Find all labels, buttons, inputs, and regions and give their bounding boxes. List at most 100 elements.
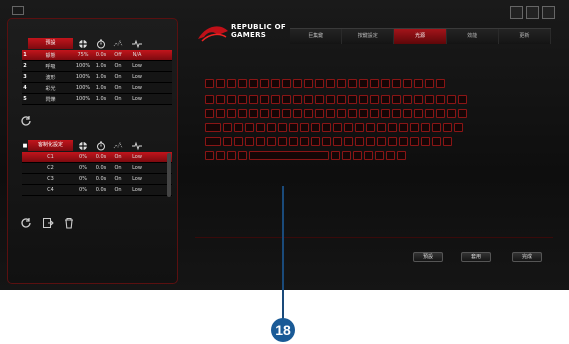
keyboard-key[interactable] — [333, 123, 342, 132]
keyboard-key[interactable] — [425, 95, 434, 104]
keyboard-key[interactable] — [289, 137, 298, 146]
keyboard-key[interactable] — [311, 123, 320, 132]
keyboard-key[interactable] — [245, 123, 254, 132]
refresh-icon[interactable] — [20, 115, 32, 127]
keyboard-key[interactable] — [421, 137, 430, 146]
reset-button[interactable]: 預設 — [413, 252, 443, 262]
keyboard-key[interactable] — [414, 109, 423, 118]
keyboard-key[interactable] — [381, 79, 390, 88]
keyboard-key[interactable] — [322, 123, 331, 132]
keyboard-key[interactable] — [205, 109, 214, 118]
keyboard-key[interactable] — [322, 137, 331, 146]
keyboard-key[interactable] — [359, 109, 368, 118]
keyboard-key[interactable] — [315, 95, 324, 104]
keyboard-key[interactable] — [205, 123, 221, 132]
keyboard-key[interactable] — [392, 79, 401, 88]
keyboard-preview[interactable] — [195, 63, 553, 193]
keyboard-key[interactable] — [238, 109, 247, 118]
keyboard-key[interactable] — [370, 109, 379, 118]
keyboard-key[interactable] — [337, 109, 346, 118]
keyboard-key[interactable] — [410, 137, 419, 146]
keyboard-key[interactable] — [458, 109, 467, 118]
tab-key-settings[interactable]: 按鍵設定 — [342, 29, 395, 44]
minimize-icon[interactable] — [12, 6, 24, 15]
keyboard-key[interactable] — [227, 151, 236, 160]
keyboard-key[interactable] — [282, 109, 291, 118]
keyboard-key[interactable] — [216, 95, 225, 104]
export-icon[interactable] — [42, 217, 54, 229]
keyboard-key[interactable] — [304, 109, 313, 118]
keyboard-key[interactable] — [293, 79, 302, 88]
keyboard-key[interactable] — [267, 123, 276, 132]
keyboard-key[interactable] — [342, 151, 351, 160]
keyboard-key[interactable] — [326, 95, 335, 104]
keyboard-key[interactable] — [348, 79, 357, 88]
keyboard-key[interactable] — [260, 79, 269, 88]
keyboard-key[interactable] — [436, 95, 445, 104]
keyboard-key[interactable] — [271, 79, 280, 88]
settings-button[interactable] — [526, 6, 539, 19]
keyboard-key[interactable] — [289, 123, 298, 132]
keyboard-key[interactable] — [205, 151, 214, 160]
keyboard-key[interactable] — [337, 95, 346, 104]
keyboard-key[interactable] — [234, 137, 243, 146]
table-row[interactable]: 1 靜態 75% 0.0s Off N/A — [22, 50, 172, 61]
keyboard-key[interactable] — [344, 137, 353, 146]
keyboard-key[interactable] — [256, 123, 265, 132]
keyboard-key[interactable] — [238, 151, 247, 160]
keyboard-key[interactable] — [260, 95, 269, 104]
table-row[interactable]: C4 0% 0.0s On Low — [22, 185, 172, 196]
keyboard-key[interactable] — [410, 123, 419, 132]
keyboard-key[interactable] — [223, 123, 232, 132]
keyboard-key[interactable] — [443, 123, 452, 132]
keyboard-key[interactable] — [436, 109, 445, 118]
keyboard-key[interactable] — [234, 123, 243, 132]
keyboard-key[interactable] — [364, 151, 373, 160]
keyboard-key[interactable] — [348, 95, 357, 104]
table-row[interactable]: 2 呼吸 100% 1.0s On Low — [22, 61, 172, 72]
keyboard-key[interactable] — [366, 137, 375, 146]
keyboard-key[interactable] — [238, 79, 247, 88]
keyboard-key[interactable] — [355, 123, 364, 132]
keyboard-key[interactable] — [249, 95, 258, 104]
keyboard-key[interactable] — [271, 109, 280, 118]
tab-macro[interactable]: 巨集鍵 — [290, 29, 343, 44]
tab-update[interactable]: 更新 — [498, 29, 552, 44]
keyboard-key[interactable] — [326, 79, 335, 88]
keyboard-key[interactable] — [256, 137, 265, 146]
keyboard-key[interactable] — [205, 95, 214, 104]
keyboard-key[interactable] — [377, 123, 386, 132]
keyboard-key[interactable] — [344, 123, 353, 132]
keyboard-key[interactable] — [326, 109, 335, 118]
keyboard-key[interactable] — [293, 109, 302, 118]
keyboard-key[interactable] — [388, 123, 397, 132]
keyboard-key[interactable] — [454, 123, 463, 132]
keyboard-key[interactable] — [205, 137, 221, 146]
apply-button[interactable]: 套用 — [461, 252, 491, 262]
keyboard-key[interactable] — [304, 79, 313, 88]
keyboard-key[interactable] — [443, 137, 452, 146]
keyboard-key[interactable] — [245, 137, 254, 146]
keyboard-key[interactable] — [392, 109, 401, 118]
keyboard-key[interactable] — [216, 151, 225, 160]
keyboard-key[interactable] — [267, 137, 276, 146]
done-button[interactable]: 完成 — [512, 252, 542, 262]
keyboard-key[interactable] — [359, 95, 368, 104]
keyboard-key[interactable] — [315, 79, 324, 88]
keyboard-key[interactable] — [353, 151, 362, 160]
keyboard-key[interactable] — [216, 109, 225, 118]
keyboard-key[interactable] — [370, 79, 379, 88]
keyboard-key[interactable] — [359, 79, 368, 88]
table-row[interactable]: 3 波形 100% 1.0s On Low — [22, 72, 172, 83]
tab-performance[interactable]: 效能 — [446, 29, 499, 44]
keyboard-key[interactable] — [403, 109, 412, 118]
tab-lighting[interactable]: 光源 — [394, 29, 447, 44]
keyboard-key[interactable] — [331, 151, 340, 160]
keyboard-key[interactable] — [227, 109, 236, 118]
keyboard-key[interactable] — [348, 109, 357, 118]
keyboard-key[interactable] — [271, 95, 280, 104]
keyboard-key[interactable] — [403, 79, 412, 88]
keyboard-key[interactable] — [333, 137, 342, 146]
keyboard-key[interactable] — [421, 123, 430, 132]
keyboard-key[interactable] — [282, 79, 291, 88]
